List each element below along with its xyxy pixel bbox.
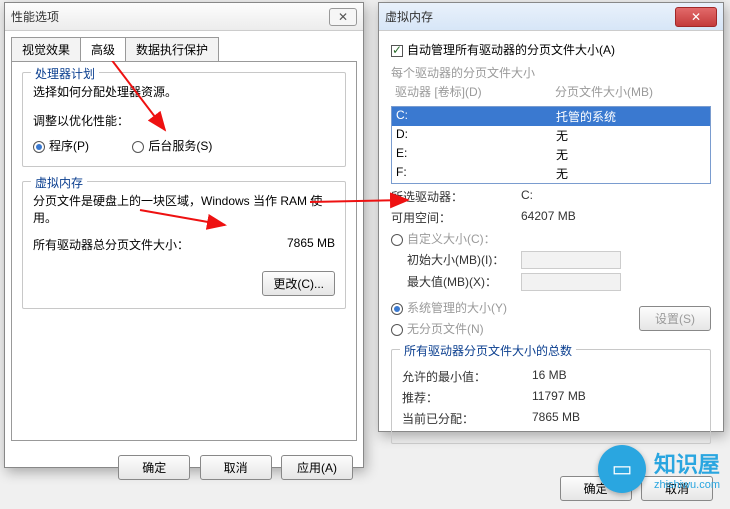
monitor-icon: ▭	[598, 445, 646, 493]
drive-list[interactable]: C:托管的系统 D:无 E:无 F:无	[391, 106, 711, 184]
checkbox-icon	[391, 45, 403, 57]
tab-panel-advanced: 处理器计划 选择如何分配处理器资源。 调整以优化性能： 程序(P) 后台服务(S…	[11, 61, 357, 441]
radio-icon	[132, 141, 144, 153]
avail-space-label: 可用空间：	[391, 209, 521, 226]
initial-size-label: 初始大小(MB)(I)：	[391, 251, 521, 269]
min-label: 允许的最小值：	[402, 368, 532, 385]
tabs: 视觉效果 高级 数据执行保护	[11, 37, 357, 61]
selected-drive-value: C:	[521, 188, 533, 205]
processor-scheduling-group: 处理器计划 选择如何分配处理器资源。 调整以优化性能： 程序(P) 后台服务(S…	[22, 72, 346, 167]
rec-value: 11797 MB	[532, 389, 586, 406]
close-icon[interactable]: ✕	[329, 8, 357, 26]
drive-row[interactable]: E:无	[392, 145, 710, 164]
rec-label: 推荐：	[402, 389, 532, 406]
auto-manage-checkbox[interactable]: 自动管理所有驱动器的分页文件大小(A)	[391, 43, 615, 57]
dialog-body: 自动管理所有驱动器的分页文件大小(A) 每个驱动器的分页文件大小 驱动器 [卷标…	[379, 31, 723, 468]
change-button[interactable]: 更改(C)...	[262, 271, 335, 296]
radio-services[interactable]: 后台服务(S)	[132, 139, 212, 153]
cancel-button[interactable]: 取消	[200, 455, 272, 480]
set-button: 设置(S)	[639, 306, 711, 331]
radio-custom-size: 自定义大小(C)：	[391, 230, 711, 247]
group-title: 虚拟内存	[31, 174, 87, 191]
radio-no-paging: 无分页文件(N)	[391, 320, 639, 337]
min-value: 16 MB	[532, 368, 567, 385]
group-title: 处理器计划	[31, 65, 99, 82]
avail-space-value: 64207 MB	[521, 209, 576, 226]
dialog-title: 虚拟内存	[385, 8, 675, 25]
brand-url: zhishiwu.com	[654, 479, 720, 491]
radio-icon	[391, 324, 403, 336]
dialog-buttons: 确定 取消 应用(A)	[5, 447, 363, 488]
group-title: 所有驱动器分页文件大小的总数	[400, 342, 576, 359]
cur-value: 7865 MB	[532, 410, 580, 427]
max-size-input	[521, 273, 621, 291]
drive-row[interactable]: C:托管的系统	[392, 107, 710, 126]
initial-size-input	[521, 251, 621, 269]
sched-desc: 选择如何分配处理器资源。	[33, 83, 335, 100]
tab-advanced[interactable]: 高级	[80, 37, 126, 61]
dialog-title: 性能选项	[11, 8, 329, 25]
tab-dep[interactable]: 数据执行保护	[125, 37, 219, 61]
drive-row[interactable]: D:无	[392, 126, 710, 145]
ok-button[interactable]: 确定	[118, 455, 190, 480]
totals-group: 所有驱动器分页文件大小的总数 允许的最小值：16 MB 推荐：11797 MB …	[391, 349, 711, 444]
sched-adjust: 调整以优化性能：	[33, 112, 335, 129]
vm-desc: 分页文件是硬盘上的一块区域，Windows 当作 RAM 使用。	[33, 192, 335, 226]
radio-icon	[391, 303, 403, 315]
close-icon[interactable]: ✕	[675, 7, 717, 27]
vm-total-row: 所有驱动器总分页文件大小： 7865 MB	[33, 236, 335, 253]
vm-total-label: 所有驱动器总分页文件大小：	[33, 236, 287, 253]
radio-system-managed: 系统管理的大小(Y)	[391, 299, 639, 316]
vm-total-value: 7865 MB	[287, 236, 335, 253]
drive-row[interactable]: F:无	[392, 164, 710, 183]
cur-label: 当前已分配：	[402, 410, 532, 427]
drive-list-header: 驱动器 [卷标](D) 分页文件大小(MB)	[391, 81, 711, 102]
radio-icon	[33, 141, 45, 153]
radio-programs[interactable]: 程序(P)	[33, 139, 89, 153]
selected-drive-label: 所选驱动器：	[391, 188, 521, 205]
max-size-label: 最大值(MB)(X)：	[391, 273, 521, 291]
each-drive-label: 每个驱动器的分页文件大小	[391, 64, 711, 81]
titlebar: 虚拟内存 ✕	[379, 3, 723, 31]
virtual-memory-group: 虚拟内存 分页文件是硬盘上的一块区域，Windows 当作 RAM 使用。 所有…	[22, 181, 346, 309]
titlebar: 性能选项 ✕	[5, 3, 363, 31]
virtual-memory-dialog: 虚拟内存 ✕ 自动管理所有驱动器的分页文件大小(A) 每个驱动器的分页文件大小 …	[378, 2, 724, 432]
apply-button[interactable]: 应用(A)	[281, 455, 353, 480]
watermark-logo: ▭ 知识屋 zhishiwu.com	[598, 445, 720, 493]
brand-name: 知识屋	[654, 452, 720, 477]
performance-options-dialog: 性能选项 ✕ 视觉效果 高级 数据执行保护 处理器计划 选择如何分配处理器资源。…	[4, 2, 364, 468]
radio-icon	[391, 234, 403, 246]
tab-visual-effects[interactable]: 视觉效果	[11, 37, 81, 61]
